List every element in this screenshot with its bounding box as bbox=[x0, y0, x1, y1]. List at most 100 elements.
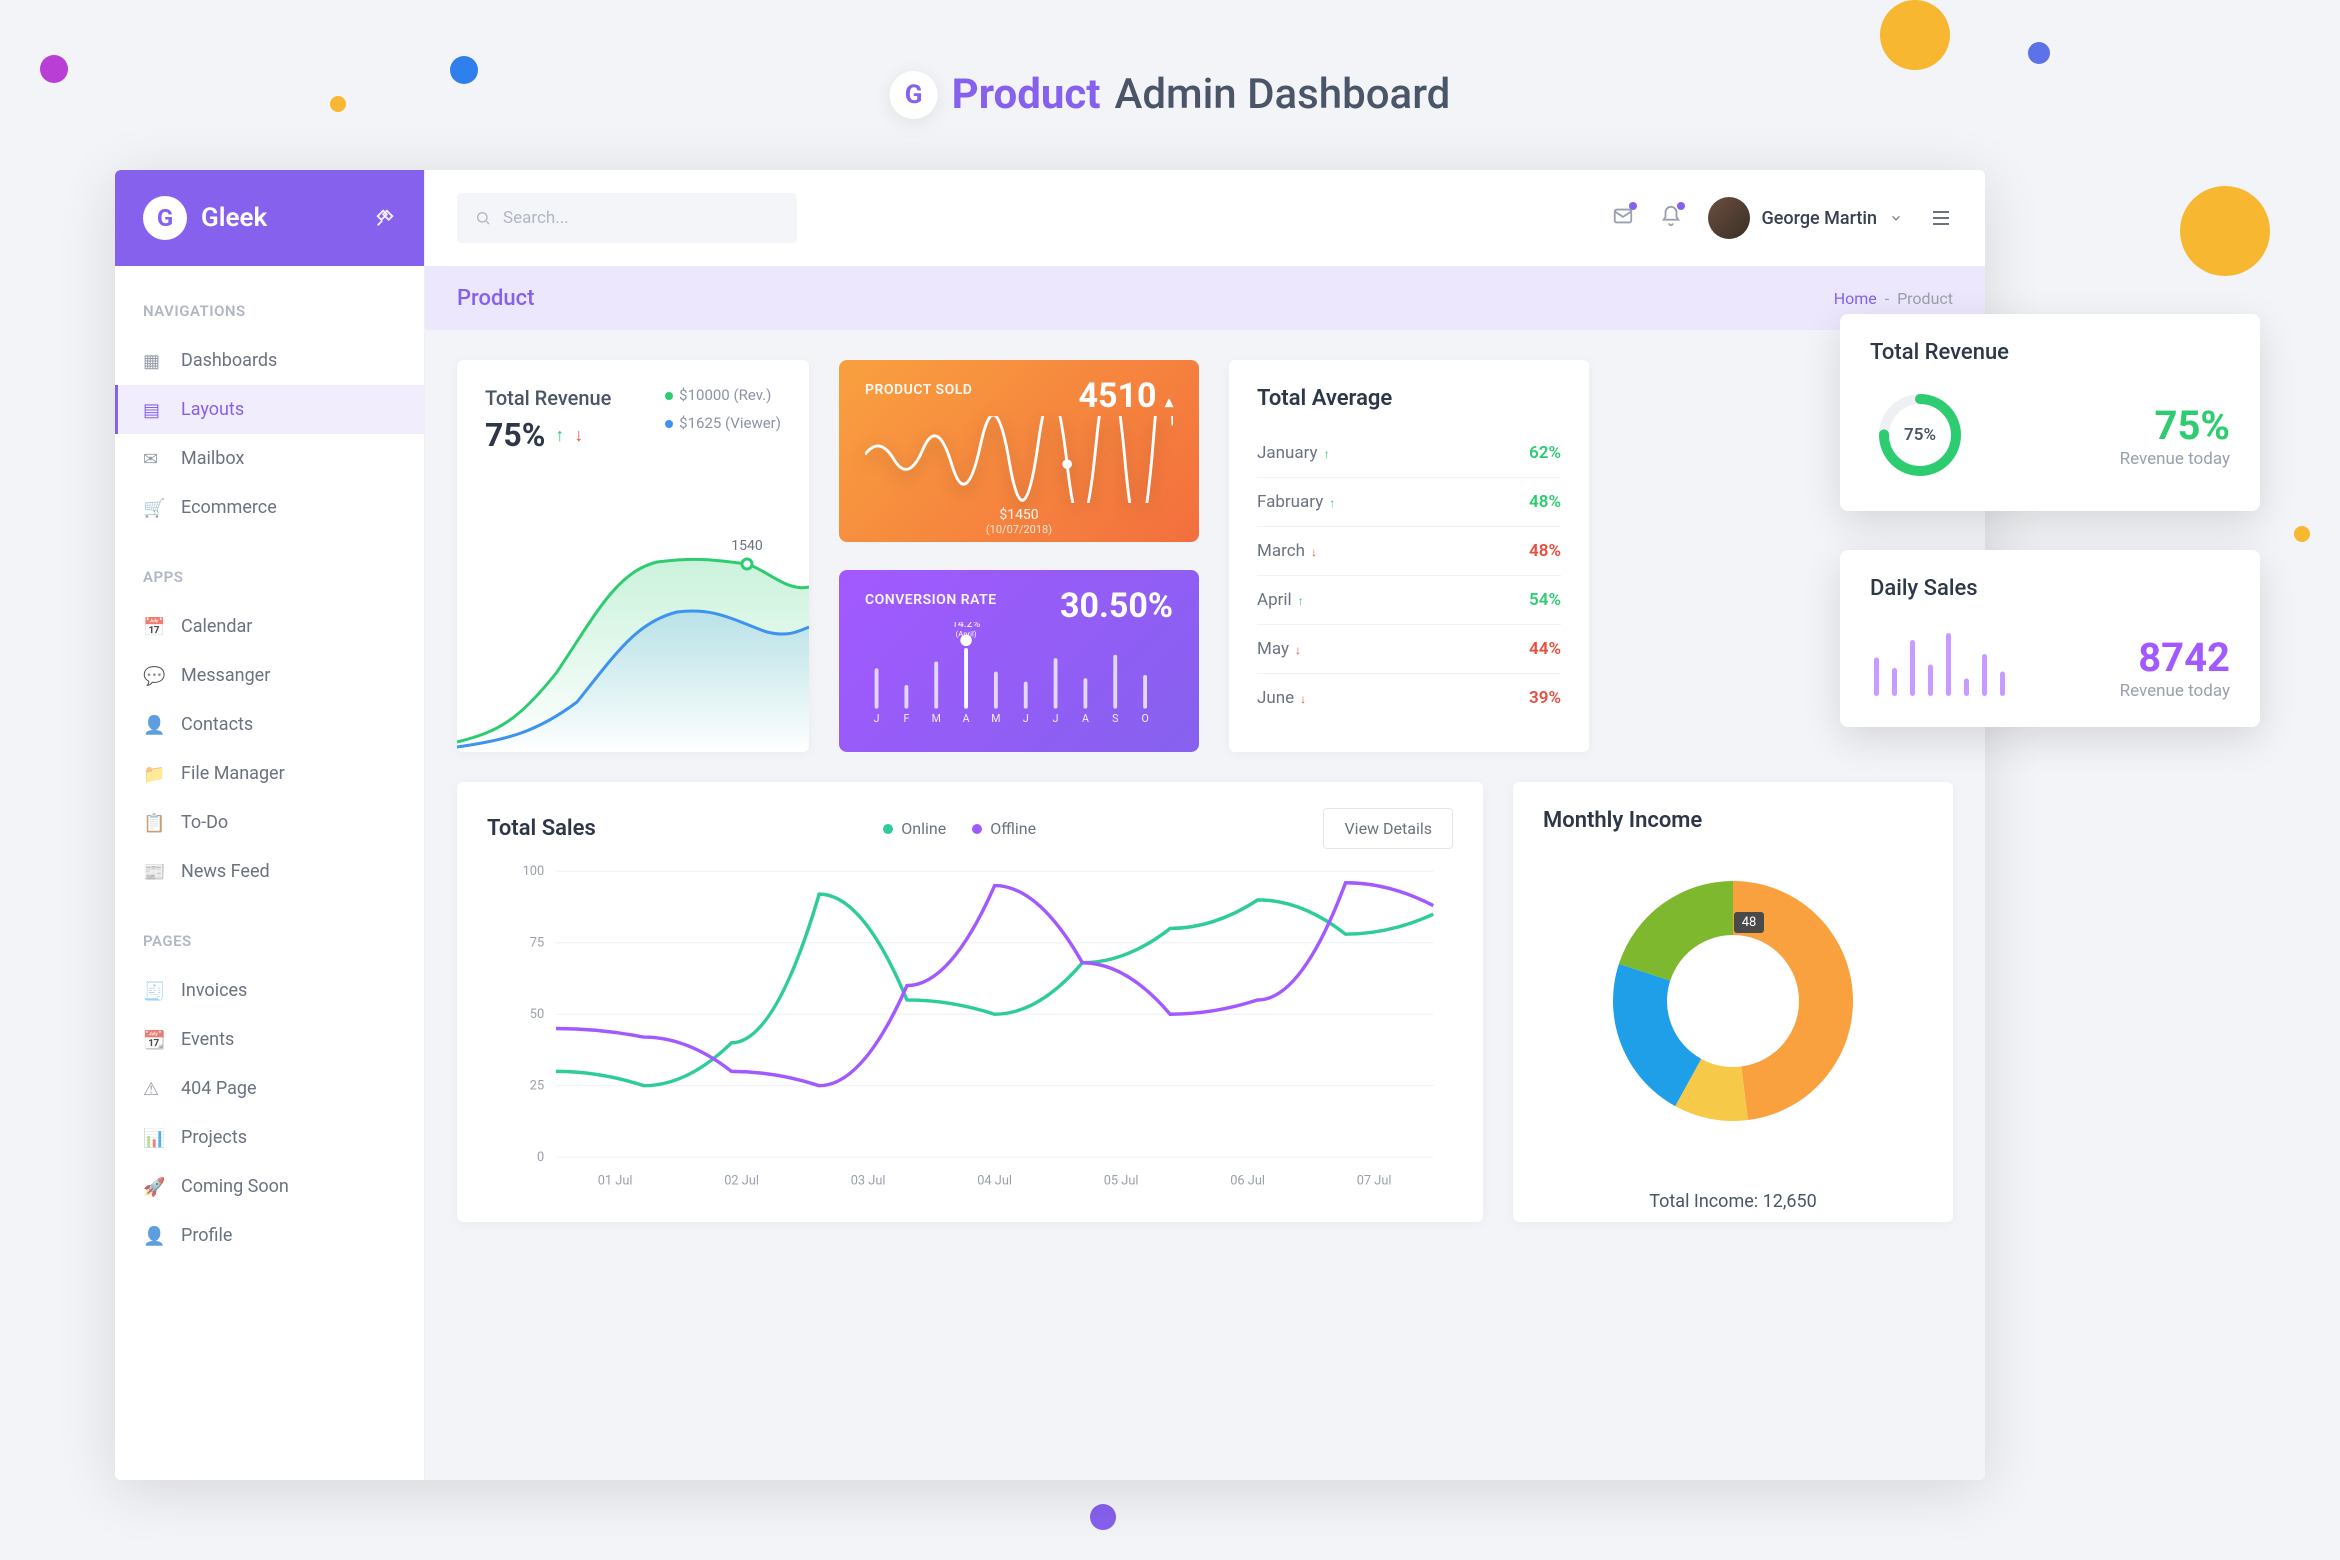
sidebar-section-title: NAVIGATIONS bbox=[115, 292, 424, 336]
sidebar-section-apps: APPS 📅Calendar 💬Messanger 👤Contacts 📁Fil… bbox=[115, 532, 424, 896]
decor-dot bbox=[2028, 42, 2050, 64]
mail-button[interactable] bbox=[1612, 205, 1634, 231]
total-income-label: Total Income: 12,650 bbox=[1543, 1191, 1923, 1212]
sidebar-item-label: Events bbox=[181, 1029, 234, 1050]
sidebar-item-events[interactable]: 📆Events bbox=[115, 1015, 424, 1064]
breadcrumb-path: Home - Product bbox=[1834, 289, 1953, 308]
svg-text:03 Jul: 03 Jul bbox=[851, 1174, 886, 1189]
breadcrumb-bar: Product Home - Product bbox=[425, 266, 1985, 330]
sidebar-item-contacts[interactable]: 👤Contacts bbox=[115, 700, 424, 749]
float-daily-sales-card: Daily Sales 8742 Revenue today bbox=[1840, 550, 2260, 727]
decor-dot bbox=[2294, 526, 2310, 542]
daily-sub: Revenue today bbox=[2120, 681, 2230, 701]
invoice-icon: 🧾 bbox=[143, 981, 163, 1001]
card-title: Monthly Income bbox=[1543, 808, 1923, 833]
decor-dot bbox=[2180, 186, 2270, 276]
svg-text:M: M bbox=[932, 712, 941, 725]
sidebar-item-news-feed[interactable]: 📰 News Feed bbox=[115, 847, 424, 896]
sidebar-item-label: Dashboards bbox=[181, 350, 277, 371]
brand-logo-icon: G bbox=[143, 196, 187, 240]
revenue-gauge: 75% bbox=[1870, 385, 1970, 485]
view-details-button[interactable]: View Details bbox=[1323, 808, 1453, 849]
logo-icon: G bbox=[890, 71, 938, 119]
sidebar-item-file-manager[interactable]: 📁File Manager bbox=[115, 749, 424, 798]
tools-icon[interactable] bbox=[374, 207, 396, 229]
mail-icon: ✉ bbox=[143, 449, 163, 469]
average-row: April↑54% bbox=[1257, 576, 1561, 625]
sidebar-item-messanger[interactable]: 💬Messanger bbox=[115, 651, 424, 700]
notifications-button[interactable] bbox=[1660, 205, 1682, 231]
decor-dot bbox=[450, 56, 478, 84]
sidebar-item-coming-soon[interactable]: 🚀Coming Soon bbox=[115, 1162, 424, 1211]
conversion-value: 30.50% bbox=[1060, 586, 1173, 626]
sidebar-item-dashboards[interactable]: ▦ Dashboards bbox=[115, 336, 424, 385]
revenue-percent: 75% ↑↓ bbox=[485, 416, 611, 454]
sidebar-item-ecommerce[interactable]: 🛒 Ecommerce bbox=[115, 483, 424, 532]
sidebar-item-layouts[interactable]: ▤Layouts bbox=[115, 385, 424, 434]
svg-text:50: 50 bbox=[530, 1007, 544, 1022]
legend: Online Offline bbox=[883, 819, 1036, 838]
notification-dot bbox=[1677, 202, 1685, 210]
page-heading: G Product Admin Dashboard bbox=[890, 70, 1451, 119]
monthly-income-donut bbox=[1583, 851, 1883, 1151]
notification-dot bbox=[1629, 202, 1637, 210]
float-total-revenue-card: Total Revenue 75% 75% Revenue today bbox=[1840, 314, 2260, 511]
svg-text:M: M bbox=[991, 712, 1000, 725]
contacts-icon: 👤 bbox=[143, 715, 163, 735]
brand[interactable]: G Gleek bbox=[143, 196, 267, 240]
search-box[interactable] bbox=[457, 193, 797, 243]
sidebar: G Gleek NAVIGATIONS ▦ Dashboards ▤Layouts… bbox=[115, 170, 425, 1480]
total-sales-chart: 0255075100 01 Jul02 Jul03 Jul04 Jul05 Ju… bbox=[487, 849, 1453, 1209]
dashboard-window: G Gleek NAVIGATIONS ▦ Dashboards ▤Layouts… bbox=[115, 170, 1985, 1480]
svg-text:25: 25 bbox=[530, 1079, 544, 1094]
user-menu[interactable]: George Martin bbox=[1708, 197, 1903, 239]
average-row: January↑62% bbox=[1257, 429, 1561, 478]
svg-text:(April): (April) bbox=[956, 629, 977, 638]
grid-icon: ▦ bbox=[143, 351, 163, 371]
monthly-income-card: Monthly Income 48 Total Income: 12,650 bbox=[1513, 782, 1953, 1222]
svg-text:F: F bbox=[903, 712, 909, 725]
sidebar-item-profile[interactable]: 👤Profile bbox=[115, 1211, 424, 1260]
decor-dot bbox=[1090, 1504, 1116, 1530]
conversion-rate-card: CONVERSION RATE 30.50% JFM14.2%(April)AM… bbox=[839, 570, 1199, 752]
average-row: June↓39% bbox=[1257, 674, 1561, 722]
sidebar-item-label: Profile bbox=[181, 1225, 232, 1246]
calendar-icon: 📅 bbox=[143, 617, 163, 637]
card-title: Daily Sales bbox=[1870, 576, 2230, 601]
folder-icon: 📁 bbox=[143, 764, 163, 784]
sidebar-item-label: Ecommerce bbox=[181, 497, 277, 518]
svg-text:A: A bbox=[963, 712, 970, 725]
search-input[interactable] bbox=[503, 208, 779, 228]
layout-icon: ▤ bbox=[143, 400, 163, 420]
cart-icon: 🛒 bbox=[143, 498, 163, 518]
revenue-sub: Revenue today bbox=[2120, 449, 2230, 469]
svg-text:O: O bbox=[1141, 712, 1148, 725]
news-icon: 📰 bbox=[143, 862, 163, 882]
breadcrumb-home[interactable]: Home bbox=[1834, 289, 1877, 308]
sidebar-item-projects[interactable]: 📊Projects bbox=[115, 1113, 424, 1162]
sidebar-item-404[interactable]: ⚠404 Page bbox=[115, 1064, 424, 1113]
svg-text:75%: 75% bbox=[1904, 425, 1936, 445]
sidebar-item-label: News Feed bbox=[181, 861, 270, 882]
sidebar-item-todo[interactable]: 📋To-Do bbox=[115, 798, 424, 847]
chat-icon: 💬 bbox=[143, 666, 163, 686]
sidebar-item-mailbox[interactable]: ✉ Mailbox bbox=[115, 434, 424, 483]
sidebar-item-label: 404 Page bbox=[181, 1078, 257, 1099]
decor-dot bbox=[330, 96, 346, 112]
svg-text:1540: 1540 bbox=[731, 538, 763, 554]
total-average-card: Total Average January↑62%Fabruary↑48%Mar… bbox=[1229, 360, 1589, 752]
revenue-big: 75% bbox=[2120, 402, 2230, 449]
decor-dot bbox=[1880, 0, 1950, 70]
sidebar-item-label: Invoices bbox=[181, 980, 247, 1001]
svg-text:01 Jul: 01 Jul bbox=[598, 1174, 633, 1189]
sidebar-item-label: Mailbox bbox=[181, 448, 244, 469]
sidebar-item-calendar[interactable]: 📅Calendar bbox=[115, 602, 424, 651]
legend: $10000 (Rev.) $1625 (Viewer) bbox=[665, 386, 781, 454]
sidebar-header: G Gleek bbox=[115, 170, 424, 266]
sidebar-item-invoices[interactable]: 🧾 Invoices bbox=[115, 966, 424, 1015]
svg-text:S: S bbox=[1112, 712, 1118, 725]
total-sales-card: Total Sales Online Offline View Details … bbox=[457, 782, 1483, 1222]
svg-text:J: J bbox=[1023, 712, 1029, 725]
menu-button[interactable] bbox=[1929, 206, 1953, 230]
card-title: Total Sales bbox=[487, 816, 596, 841]
